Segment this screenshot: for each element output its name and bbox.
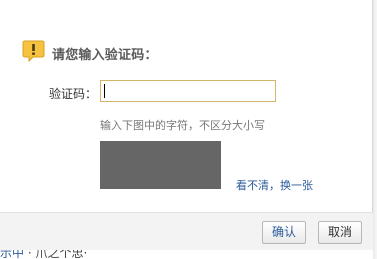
code-label: 验证码： xyxy=(49,87,98,101)
confirm-button[interactable]: 确认 xyxy=(262,221,306,244)
hint-text: 输入下图中的字符，不区分大小写 xyxy=(100,119,265,132)
dialog-shadow xyxy=(373,0,377,259)
cancel-button[interactable]: 取消 xyxy=(318,221,362,244)
text-caret xyxy=(104,84,105,98)
dialog-footer: 确认 取消 xyxy=(0,212,373,250)
captcha-image[interactable] xyxy=(100,141,221,189)
prompt-title: 请您输入验证码： xyxy=(52,48,158,63)
refresh-captcha-link[interactable]: 看不清，换一张 xyxy=(236,177,313,193)
captcha-dialog: 请您输入验证码： 验证码： 输入下图中的字符，不区分大小写 看不清，换一张 确认… xyxy=(0,0,373,250)
background-link[interactable]: 示中 xyxy=(0,250,24,259)
captcha-input[interactable] xyxy=(100,80,276,102)
background-text: · 爪之个忠· xyxy=(24,250,88,259)
background-page-strip: 示中 · 爪之个忠· xyxy=(0,250,373,259)
background-page-text: 示中 · 爪之个忠· xyxy=(0,250,87,259)
exclamation-icon xyxy=(22,40,45,63)
